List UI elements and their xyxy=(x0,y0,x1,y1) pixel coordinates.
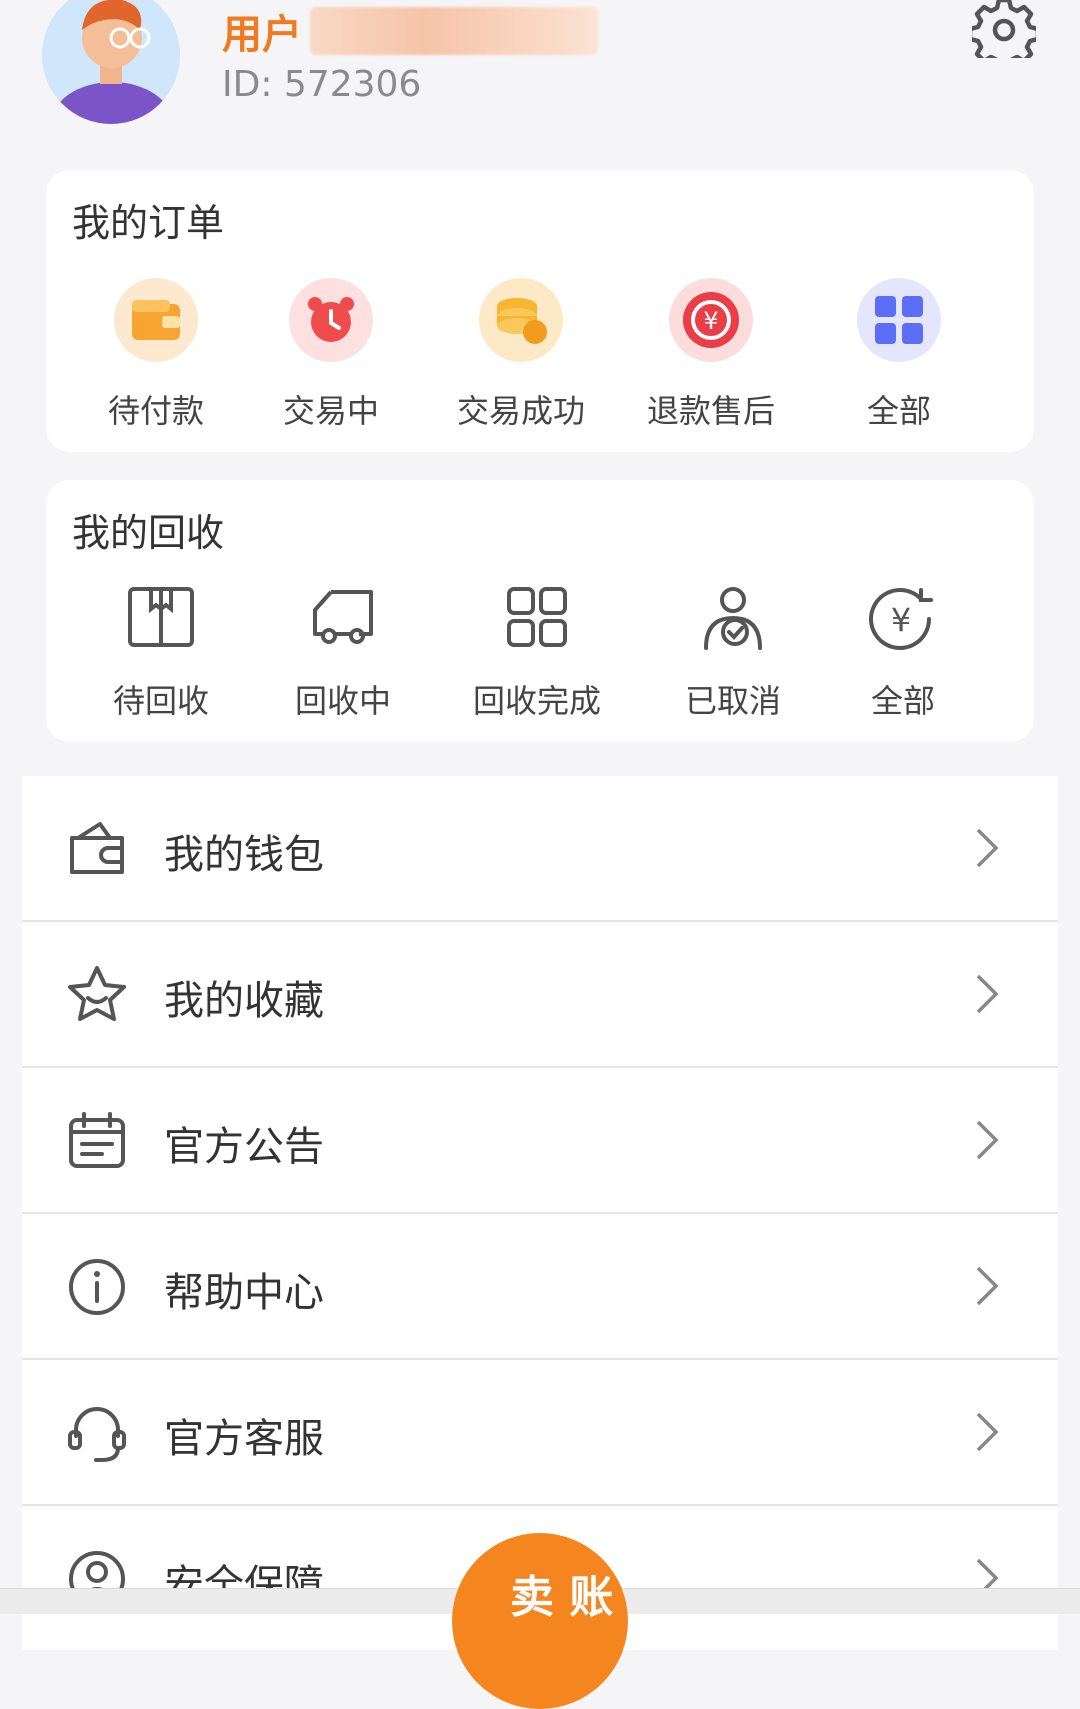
wallet-icon xyxy=(114,278,198,362)
orders-card: 我的订单 待付款 交易中 交易成功 ¥ 退款售后 全部 xyxy=(46,170,1034,452)
recycle-title: 我的回收 xyxy=(72,511,225,555)
order-item-label: 交易中 xyxy=(282,392,379,430)
chevron-right-icon xyxy=(976,974,999,1014)
star-icon xyxy=(68,966,126,1021)
calendar-icon xyxy=(69,1112,125,1168)
grid-outline-icon xyxy=(507,587,567,647)
recycle-card: 我的回收 待回收 回收中 回收完成 已取消 ¥ 全部 xyxy=(46,480,1034,742)
order-item-label: 退款售后 xyxy=(646,392,775,430)
recycle-item-label: 回收中 xyxy=(294,682,391,720)
order-all[interactable]: 全部 xyxy=(804,278,994,432)
headset-icon xyxy=(68,1407,126,1462)
order-item-label: 交易成功 xyxy=(456,392,585,430)
chevron-right-icon xyxy=(976,1266,999,1306)
profile-header: 用户 ID: 572306 xyxy=(0,0,1080,160)
order-item-label: 待付款 xyxy=(107,392,204,430)
recycle-item-label: 全部 xyxy=(870,682,935,720)
wallet-outline-icon xyxy=(70,822,124,874)
menu-item-wallet[interactable]: 我的钱包 xyxy=(22,776,1058,922)
menu-label: 帮助中心 xyxy=(164,1270,324,1316)
chevron-right-icon xyxy=(976,1120,999,1160)
recycle-item-label: 已取消 xyxy=(684,682,781,720)
alarm-clock-icon xyxy=(289,278,373,362)
info-icon xyxy=(69,1259,125,1315)
menu-item-announcements[interactable]: 官方公告 xyxy=(22,1068,1058,1214)
username: 用户 xyxy=(222,2,598,60)
box-icon xyxy=(128,587,194,647)
menu-label: 我的收藏 xyxy=(164,978,324,1024)
recycle-item-label: 回收完成 xyxy=(472,682,601,720)
order-item-label: 全部 xyxy=(866,392,931,430)
sell-fab-button[interactable]: 卖 账 xyxy=(452,1533,628,1709)
username-redacted xyxy=(310,7,598,55)
grid-icon xyxy=(857,278,941,362)
menu-item-favorites[interactable]: 我的收藏 xyxy=(22,922,1058,1068)
recycle-item-label: 待回收 xyxy=(112,682,209,720)
refund-yen-icon: ¥ xyxy=(669,278,753,362)
fab-label: 卖 账 xyxy=(510,1572,614,1623)
recycle-all[interactable]: ¥ 全部 xyxy=(808,586,998,722)
order-in-progress[interactable]: 交易中 xyxy=(236,278,426,432)
recycle-in-progress[interactable]: 回收中 xyxy=(248,586,438,722)
recycle-cancelled[interactable]: 已取消 xyxy=(638,586,828,722)
chevron-right-icon xyxy=(976,828,999,868)
recycle-done[interactable]: 回收完成 xyxy=(442,586,632,722)
username-label: 用户 xyxy=(222,12,302,58)
svg-text:¥: ¥ xyxy=(703,307,718,335)
recycle-pending[interactable]: 待回收 xyxy=(66,586,256,722)
menu-label: 我的钱包 xyxy=(164,832,324,878)
menu-item-customer-service[interactable]: 官方客服 xyxy=(22,1360,1058,1506)
menu-label: 官方客服 xyxy=(164,1416,324,1462)
gear-icon[interactable] xyxy=(972,0,1036,58)
order-pending-payment[interactable]: 待付款 xyxy=(61,278,251,432)
truck-icon xyxy=(313,590,373,644)
menu-label: 官方公告 xyxy=(164,1124,324,1170)
chevron-right-icon xyxy=(976,1412,999,1452)
svg-text:¥: ¥ xyxy=(891,601,911,639)
yen-refresh-icon: ¥ xyxy=(869,588,933,650)
avatar[interactable] xyxy=(42,0,180,124)
order-refund[interactable]: ¥ 退款售后 xyxy=(616,278,806,432)
user-id: ID: 572306 xyxy=(222,64,422,105)
menu-item-help[interactable]: 帮助中心 xyxy=(22,1214,1058,1360)
order-success[interactable]: 交易成功 xyxy=(426,278,616,432)
user-check-icon xyxy=(704,587,762,650)
orders-title: 我的订单 xyxy=(72,201,225,245)
coins-icon xyxy=(479,278,563,362)
